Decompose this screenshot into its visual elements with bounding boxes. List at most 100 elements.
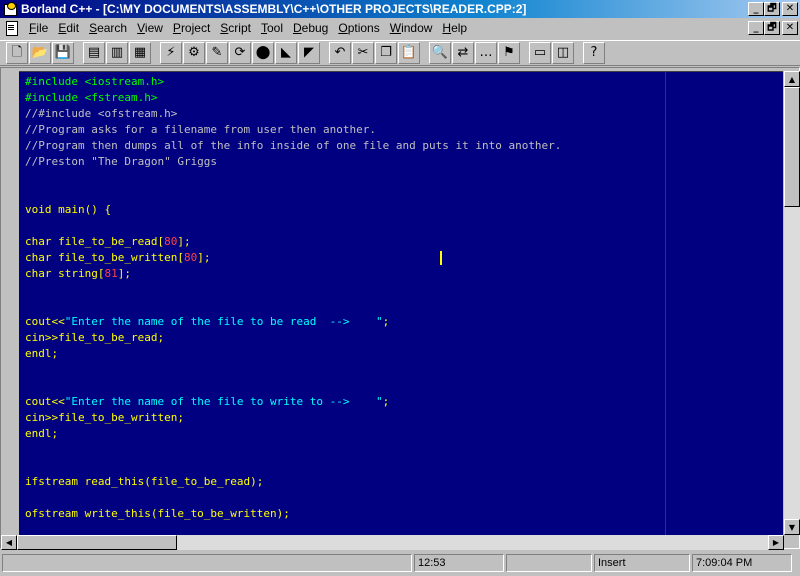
search-again-button[interactable]: … bbox=[475, 42, 497, 64]
code-line[interactable]: char file_to_be_written[80]; bbox=[25, 250, 561, 266]
open-file-button[interactable]: 📂 bbox=[29, 42, 51, 64]
code-line[interactable] bbox=[25, 218, 561, 234]
browse-symbol-button[interactable]: ⚑ bbox=[498, 42, 520, 64]
scroll-down-button[interactable]: ▼ bbox=[784, 519, 800, 535]
menu-tool[interactable]: Tool bbox=[256, 19, 288, 37]
code-token: endl; bbox=[25, 347, 59, 360]
code-line[interactable]: //Program then dumps all of the info ins… bbox=[25, 138, 561, 154]
code-line[interactable] bbox=[25, 378, 561, 394]
search-again-icon: … bbox=[479, 45, 493, 60]
menu-accelerator: P bbox=[172, 21, 181, 35]
menu-label-rest: elp bbox=[451, 21, 468, 35]
minimize-button[interactable]: _ bbox=[748, 2, 764, 16]
menu-script[interactable]: Script bbox=[215, 19, 256, 37]
project-manager-icon: ▦ bbox=[133, 45, 147, 60]
cut-button[interactable]: ✂ bbox=[352, 42, 374, 64]
project-manager-button[interactable]: ▦ bbox=[129, 42, 151, 64]
undo-button[interactable]: ↶ bbox=[329, 42, 351, 64]
scroll-right-button[interactable]: ▶ bbox=[768, 535, 784, 550]
scroll-up-button[interactable]: ▲ bbox=[784, 71, 800, 87]
document-icon[interactable] bbox=[4, 20, 20, 36]
view-globals-button[interactable]: ◫ bbox=[552, 42, 574, 64]
menu-label-rest: ile bbox=[36, 21, 49, 35]
menu-options[interactable]: Options bbox=[333, 19, 384, 37]
code-token: //Program then dumps all of the info ins… bbox=[25, 139, 562, 152]
save-file-button[interactable]: 💾 bbox=[52, 42, 74, 64]
code-token: 80 bbox=[183, 251, 198, 264]
menu-debug[interactable]: Debug bbox=[288, 19, 333, 37]
restore-button[interactable]: 🗗 bbox=[764, 2, 780, 16]
code-editor[interactable]: #include <iostream.h> #include <fstream.h… bbox=[19, 71, 783, 535]
code-line[interactable]: cin>>file_to_be_written; bbox=[25, 410, 561, 426]
code-line[interactable] bbox=[25, 490, 561, 506]
vertical-scrollbar[interactable]: ▲ ▼ bbox=[784, 71, 800, 535]
title-bar[interactable]: Borland C++ - [C:\MY DOCUMENTS\ASSEMBLY\… bbox=[0, 0, 800, 18]
code-line[interactable] bbox=[25, 442, 561, 458]
menu-window[interactable]: Window bbox=[385, 19, 438, 37]
make-button[interactable]: ⚡ bbox=[160, 42, 182, 64]
run-button[interactable]: ⟳ bbox=[229, 42, 251, 64]
new-file-button[interactable]: 🗋 bbox=[6, 42, 28, 64]
code-text[interactable]: #include <iostream.h> #include <fstream.h… bbox=[25, 74, 561, 522]
replace-button[interactable]: ⇄ bbox=[452, 42, 474, 64]
menu-search[interactable]: Search bbox=[84, 19, 132, 37]
trace-into-button[interactable]: ◤ bbox=[298, 42, 320, 64]
find-button[interactable]: 🔍 bbox=[429, 42, 451, 64]
right-margin-line bbox=[665, 72, 666, 535]
code-line[interactable] bbox=[25, 458, 561, 474]
code-line[interactable]: cout<<"Enter the name of the file to wri… bbox=[25, 394, 561, 410]
menu-file[interactable]: File bbox=[24, 19, 53, 37]
code-line[interactable]: endl; bbox=[25, 346, 561, 362]
stop-button[interactable]: ⬤ bbox=[252, 42, 274, 64]
code-line[interactable]: char string[81]; bbox=[25, 266, 561, 282]
horizontal-scrollbar[interactable]: ◀ ▶ bbox=[1, 535, 784, 550]
code-line[interactable]: endl; bbox=[25, 426, 561, 442]
code-line[interactable] bbox=[25, 362, 561, 378]
run-icon: ⟳ bbox=[234, 45, 246, 60]
doc-close-button[interactable]: ✕ bbox=[782, 21, 798, 35]
step-over-button[interactable]: ◣ bbox=[275, 42, 297, 64]
code-line[interactable] bbox=[25, 170, 561, 186]
code-line[interactable] bbox=[25, 186, 561, 202]
code-token: ; bbox=[382, 315, 390, 328]
menu-edit[interactable]: Edit bbox=[53, 19, 84, 37]
undo-icon: ↶ bbox=[334, 45, 346, 60]
paste-button[interactable]: 📋 bbox=[398, 42, 420, 64]
code-line[interactable]: //#include <ofstream.h> bbox=[25, 106, 561, 122]
code-line[interactable]: //Preston "The Dragon" Griggs bbox=[25, 154, 561, 170]
build-all-button[interactable]: ⚙ bbox=[183, 42, 205, 64]
code-line[interactable]: //Program asks for a filename from user … bbox=[25, 122, 561, 138]
code-token: ; bbox=[382, 395, 390, 408]
copy-button[interactable]: ❐ bbox=[375, 42, 397, 64]
code-line[interactable]: void main() { bbox=[25, 202, 561, 218]
step-over-icon: ◣ bbox=[281, 45, 291, 60]
doc-restore-button[interactable]: 🗗 bbox=[764, 21, 780, 35]
menu-project[interactable]: Project bbox=[168, 19, 215, 37]
scroll-left-button[interactable]: ◀ bbox=[1, 535, 17, 550]
doc-minimize-button[interactable]: _ bbox=[748, 21, 764, 35]
modified-indicator bbox=[506, 554, 592, 572]
borland-app-icon[interactable] bbox=[2, 1, 18, 17]
save-project-button[interactable]: ▥ bbox=[106, 42, 128, 64]
menu-label-rest: dit bbox=[66, 21, 80, 35]
code-line[interactable]: #include <iostream.h> bbox=[25, 74, 561, 90]
view-classes-button[interactable]: ▭ bbox=[529, 42, 551, 64]
close-button[interactable]: ✕ bbox=[782, 2, 798, 16]
code-line[interactable]: char file_to_be_read[80]; bbox=[25, 234, 561, 250]
stop-icon: ⬤ bbox=[255, 45, 271, 60]
code-line[interactable]: ifstream read_this(file_to_be_read); bbox=[25, 474, 561, 490]
menu-view[interactable]: View bbox=[132, 19, 168, 37]
code-line[interactable] bbox=[25, 298, 561, 314]
open-project-button[interactable]: ▤ bbox=[83, 42, 105, 64]
horizontal-scroll-thumb[interactable] bbox=[17, 535, 177, 550]
code-line[interactable]: cin>>file_to_be_read; bbox=[25, 330, 561, 346]
code-line[interactable] bbox=[25, 282, 561, 298]
vertical-scroll-thumb[interactable] bbox=[784, 87, 800, 207]
compile-button[interactable]: ✎ bbox=[206, 42, 228, 64]
code-line[interactable]: ofstream write_this(file_to_be_written); bbox=[25, 506, 561, 522]
code-line[interactable]: cout<<"Enter the name of the file to be … bbox=[25, 314, 561, 330]
menu-help[interactable]: Help bbox=[437, 19, 472, 37]
help-pointer-button[interactable]: ? bbox=[583, 42, 605, 64]
build-all-icon: ⚙ bbox=[188, 45, 200, 60]
code-line[interactable]: #include <fstream.h> bbox=[25, 90, 561, 106]
